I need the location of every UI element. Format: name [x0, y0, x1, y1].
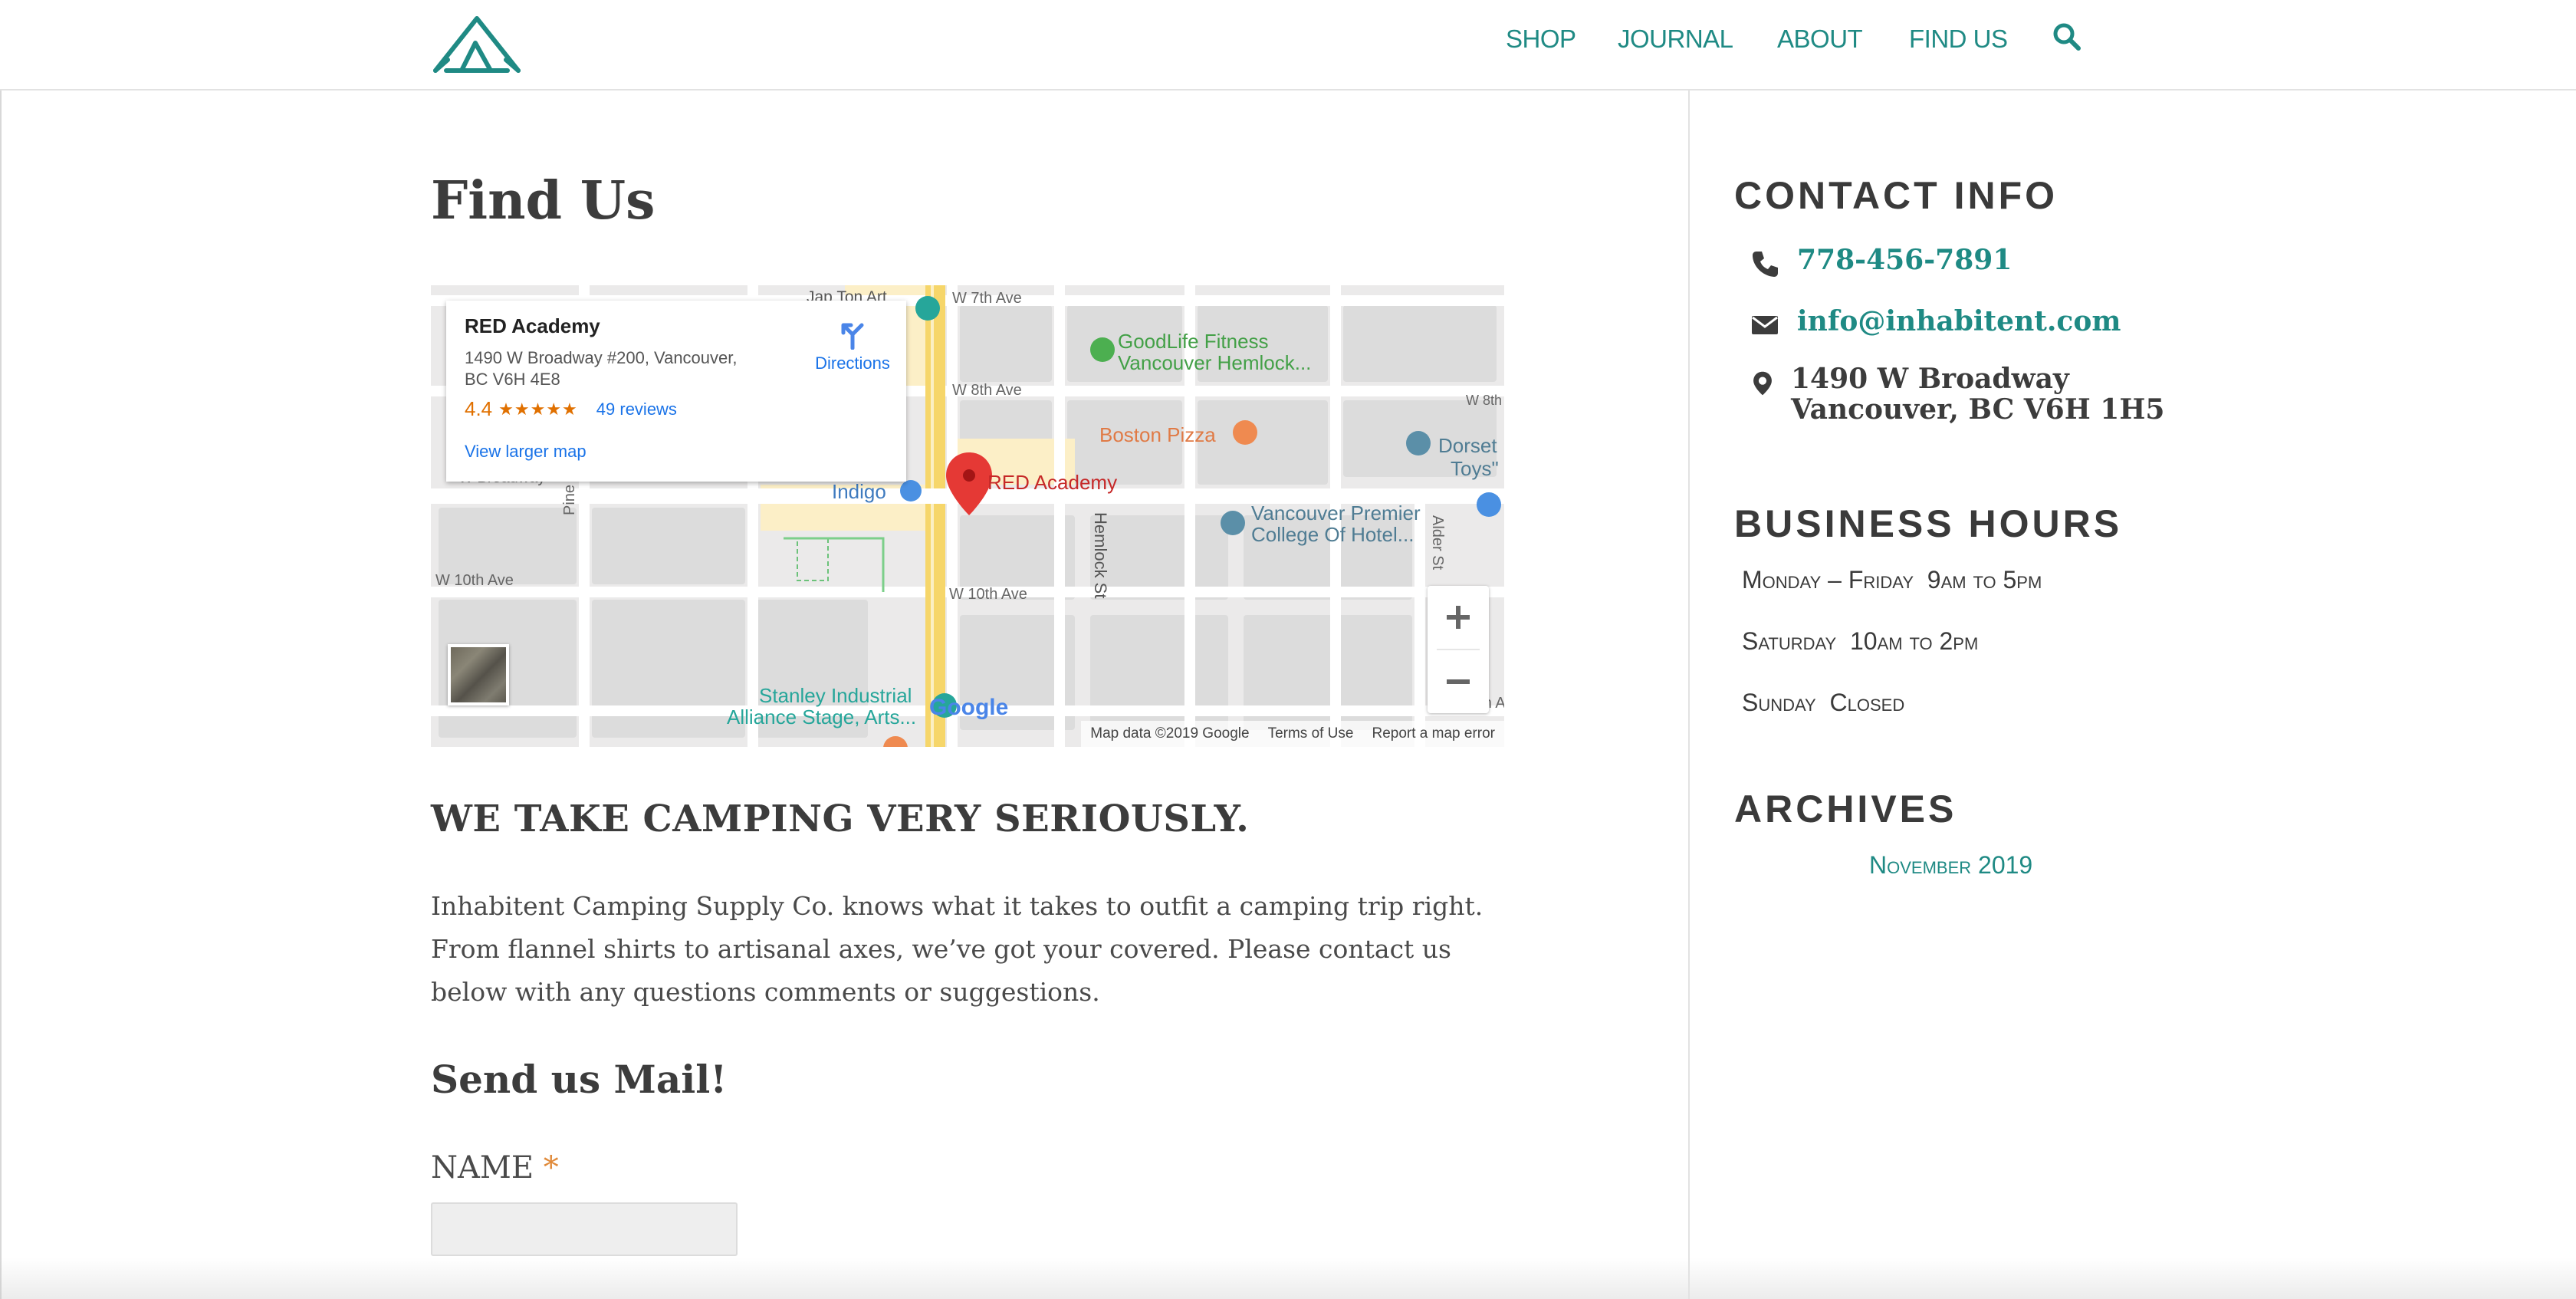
- phone-icon: [1753, 252, 1778, 277]
- hours-time: 9am to 5pm: [1927, 566, 2042, 594]
- map-info-card: RED Academy 1490 W Broadway #200, Vancou…: [446, 301, 906, 482]
- sidebar-divider: [1688, 90, 1690, 1299]
- hours-row-saturday: Saturday 10am to 2pm: [1742, 627, 1978, 656]
- mail-heading: Send us Mail!: [431, 1057, 728, 1102]
- page-title: Find Us: [431, 170, 656, 232]
- map-label-w8th-right: W 8th: [1466, 393, 1503, 408]
- contact-info-title: CONTACT INFO: [1734, 174, 2058, 217]
- place-address-2: BC V6H 4E8: [465, 370, 560, 389]
- archive-link-november-2019[interactable]: November 2019: [1869, 851, 2032, 880]
- address-block: 1490 W Broadway Vancouver, BC V6H 1H5: [1791, 363, 2164, 425]
- embedded-map[interactable]: Jap Ton Art W 7th Ave W 8th Ave W 8th Go…: [431, 285, 1504, 747]
- window-edge: [0, 0, 2, 1299]
- map-label-w8th: W 8th Ave: [952, 382, 1022, 399]
- map-label-goodlife-1: GoodLife Fitness: [1118, 330, 1269, 353]
- tent-logo[interactable]: [431, 14, 523, 75]
- map-label-stanley-1: Stanley Industrial: [759, 684, 912, 707]
- archives-title: ARCHIVES: [1734, 788, 1957, 830]
- map-label-w10th-left: W 10th Ave: [435, 572, 514, 589]
- required-marker: *: [543, 1150, 559, 1186]
- address-line-1: 1490 W Broadway: [1791, 363, 2069, 395]
- place-address-1: 1490 W Broadway #200, Vancouver,: [465, 348, 738, 367]
- directions-label: Directions: [815, 354, 890, 373]
- business-hours-title: BUSINESS HOURS: [1734, 502, 2123, 545]
- hours-time: 10am to 2pm: [1849, 627, 1979, 655]
- map-label-vp-1: Vancouver Premier: [1251, 502, 1421, 525]
- map-label-alder: Alder St: [1429, 515, 1446, 571]
- map-label-hemlock: Hemlock St: [1091, 512, 1110, 599]
- rating-stars-icon: ★★★★★: [498, 399, 578, 419]
- zoom-controls: [1428, 586, 1489, 713]
- place-name: RED Academy: [465, 314, 600, 337]
- address-line-2: Vancouver, BC V6H 1H5: [1791, 393, 2165, 426]
- map-label-w10th: W 10th Ave: [949, 586, 1027, 603]
- map-attribution: Map data ©2019 Google Terms of Use Repor…: [1081, 721, 1504, 747]
- intro-paragraph: Inhabitent Camping Supply Co. knows what…: [431, 891, 1484, 1007]
- hours-row-sunday: Sunday Closed: [1742, 689, 1904, 717]
- email-row: info@inhabitent.com: [1750, 305, 2121, 340]
- zoom-in-button[interactable]: [1428, 586, 1489, 649]
- rating-value: 4.4: [465, 397, 493, 420]
- phone-link[interactable]: 778-456-7891: [1797, 244, 2012, 276]
- name-input[interactable]: [431, 1202, 738, 1256]
- terms-of-use-link[interactable]: Terms of Use: [1268, 725, 1354, 742]
- hours-row-weekday: Monday – Friday 9am to 5pm: [1742, 566, 2042, 594]
- map-label-dorset-1: Dorset: [1438, 434, 1497, 457]
- map-label-goodlife-2: Vancouver Hemlock...: [1118, 351, 1312, 374]
- nav-find-us[interactable]: FIND US: [1909, 25, 2008, 54]
- google-logo: Google: [929, 695, 1009, 720]
- map-marker-icon: [1753, 371, 1772, 396]
- section-heading: WE TAKE CAMPING VERY SERIOUSLY.: [431, 797, 1250, 840]
- search-icon[interactable]: [2052, 21, 2082, 52]
- hours-day: Monday – Friday: [1742, 566, 1914, 594]
- nav-about[interactable]: ABOUT: [1777, 25, 1863, 54]
- scroll-shadow: [0, 1258, 2576, 1299]
- plus-icon: [1447, 606, 1470, 629]
- nav-shop[interactable]: SHOP: [1506, 25, 1576, 54]
- map-label-w7th: W 7th Ave: [952, 290, 1022, 307]
- site-header: SHOP JOURNAL ABOUT FIND US: [0, 0, 2576, 90]
- hours-day: Sunday: [1742, 689, 1816, 716]
- map-label-dorset-2: Toys": [1451, 457, 1499, 480]
- email-link[interactable]: info@inhabitent.com: [1797, 305, 2121, 337]
- rating-row: 4.4 ★★★★★ 49 reviews: [465, 397, 677, 421]
- envelope-icon: [1752, 316, 1778, 334]
- reviews-link[interactable]: 49 reviews: [596, 400, 677, 419]
- map-label-stanley-2: Alliance Stage, Arts...: [727, 705, 917, 728]
- satellite-toggle[interactable]: [448, 644, 509, 705]
- report-map-error-link[interactable]: Report a map error: [1372, 725, 1495, 742]
- name-field-label: NAME *: [431, 1150, 559, 1186]
- map-label-red-academy: RED Academy: [987, 471, 1118, 494]
- hours-time: Closed: [1829, 689, 1905, 716]
- directions-button[interactable]: Directions: [807, 319, 899, 373]
- view-larger-map-link[interactable]: View larger map: [465, 442, 586, 462]
- nav-journal[interactable]: JOURNAL: [1618, 25, 1733, 54]
- map-label-indigo: Indigo: [832, 480, 886, 503]
- address-row: 1490 W Broadway Vancouver, BC V6H 1H5: [1750, 363, 2164, 425]
- map-label-boston-pizza: Boston Pizza: [1099, 423, 1216, 446]
- directions-icon: [841, 323, 864, 350]
- hours-day: Saturday: [1742, 627, 1837, 655]
- phone-row: 778-456-7891: [1750, 244, 2012, 279]
- map-label-vp-2: College Of Hotel...: [1251, 523, 1414, 546]
- map-data-credit: Map data ©2019 Google: [1090, 725, 1250, 742]
- minus-icon: [1447, 679, 1470, 684]
- name-label-text: NAME: [431, 1150, 534, 1186]
- zoom-out-button[interactable]: [1428, 650, 1489, 713]
